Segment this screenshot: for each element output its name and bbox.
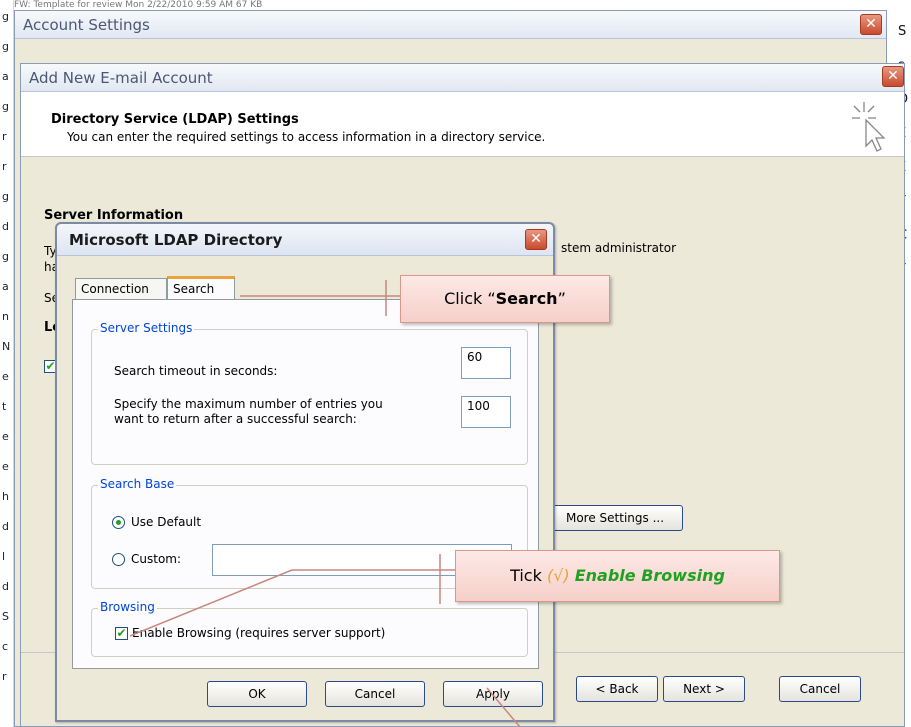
close-icon[interactable]: ✕ — [860, 14, 882, 35]
background-list-char: a — [2, 280, 9, 293]
background-list-char: e — [2, 370, 9, 383]
use-default-radio[interactable] — [112, 516, 125, 529]
background-list-char: e — [2, 430, 9, 443]
background-list-char: N — [2, 340, 11, 353]
enable-browsing-checkbox[interactable]: ✔ — [115, 627, 128, 640]
background-list-char: S — [2, 610, 9, 623]
wizard-cancel-button[interactable]: Cancel — [779, 676, 861, 702]
background-list-char: t — [2, 400, 7, 413]
background-list-char: r — [2, 160, 7, 173]
browsing-legend: Browsing — [98, 600, 157, 614]
timeout-label: Search timeout in seconds: — [114, 364, 278, 378]
server-info-label: Server Information — [44, 208, 184, 223]
background-list-char: r — [2, 670, 7, 683]
account-settings-titlebar: Account Settings ✕ — [15, 11, 886, 39]
max-entries-input[interactable]: 100 — [461, 396, 511, 428]
background-list-char: d — [2, 220, 9, 233]
background-list-char: a — [2, 70, 9, 83]
server-settings-legend: Server Settings — [98, 321, 195, 335]
callout-tick: (√) — [546, 566, 570, 585]
background-list-char: d — [2, 580, 9, 593]
background-list-char: g — [2, 100, 9, 113]
search-tab-panel: Server Settings Search timeout in second… — [72, 299, 539, 669]
background-list-char: g — [2, 40, 9, 53]
background-list-top: FW: Template for review Mon 2/22/2010 9:… — [14, 0, 874, 10]
background-list-char: n — [2, 310, 9, 323]
background-list-char: r — [2, 130, 7, 143]
ldap-cancel-button[interactable]: Cancel — [325, 681, 425, 707]
tab-search[interactable]: Search — [167, 276, 235, 301]
background-list-char: l — [2, 550, 6, 563]
background-list-char: h — [2, 490, 9, 503]
close-icon[interactable]: ✕ — [525, 229, 547, 250]
more-settings-button[interactable]: More Settings ... — [547, 505, 683, 531]
max-entries-label-line2: want to return after a successful search… — [114, 412, 357, 426]
background-list-char: e — [2, 460, 9, 473]
close-icon[interactable]: ✕ — [882, 66, 904, 87]
background-list-char: g — [2, 250, 9, 263]
ok-button[interactable]: OK — [207, 681, 307, 707]
tab-connection[interactable]: Connection — [75, 278, 167, 300]
enable-browsing-callout: Tick (√) Enable Browsing — [455, 550, 780, 602]
max-entries-label-line1: Specify the maximum number of entries yo… — [114, 397, 383, 411]
callout-search-suffix: ” — [557, 289, 566, 308]
ldap-dialog-title: Microsoft LDAP Directory — [69, 231, 283, 249]
background-list-char: g — [2, 10, 9, 23]
page-title: Directory Service (LDAP) Settings — [51, 112, 299, 127]
background-list-char: d — [2, 520, 9, 533]
callout-search-prefix: Click “ — [444, 289, 496, 308]
wizard-header: Directory Service (LDAP) Settings You ca… — [21, 92, 904, 157]
account-settings-title: Account Settings — [23, 16, 150, 34]
background-list-char: S — [898, 24, 907, 39]
callout-browse-prefix: Tick — [510, 566, 547, 585]
cursor-sparkle-icon — [852, 102, 886, 152]
enable-browsing-label: Enable Browsing (requires server support… — [132, 626, 386, 640]
browsing-group: Browsing ✔ Enable Browsing (requires ser… — [91, 600, 528, 657]
server-info-text-suffix: stem administrator — [561, 241, 677, 255]
background-list-left: g g a g r r g d g a n Ne t e e h d l d Sc r — [0, 0, 14, 727]
callout-search-bold: Search — [495, 289, 558, 308]
page-subtitle: You can enter the required settings to a… — [67, 130, 546, 144]
apply-button[interactable]: Apply — [443, 681, 543, 707]
timeout-input[interactable]: 60 — [461, 347, 511, 379]
next-button[interactable]: Next > — [663, 676, 745, 702]
background-list-char: c — [2, 640, 9, 653]
search-base-legend: Search Base — [98, 477, 177, 491]
ldap-dialog-titlebar: Microsoft LDAP Directory ✕ — [57, 224, 553, 256]
background-list-char: g — [2, 190, 9, 203]
server-settings-group: Server Settings Search timeout in second… — [91, 321, 528, 465]
custom-radio[interactable] — [112, 553, 125, 566]
back-button[interactable]: < Back — [576, 676, 658, 702]
add-account-title: Add New E-mail Account — [29, 69, 213, 87]
search-tab-callout: Click “Search” — [400, 275, 610, 323]
use-default-label: Use Default — [131, 515, 202, 529]
custom-label: Custom: — [131, 552, 182, 566]
add-account-titlebar: Add New E-mail Account ✕ — [21, 64, 904, 92]
callout-browse-bold: Enable Browsing — [574, 566, 725, 585]
